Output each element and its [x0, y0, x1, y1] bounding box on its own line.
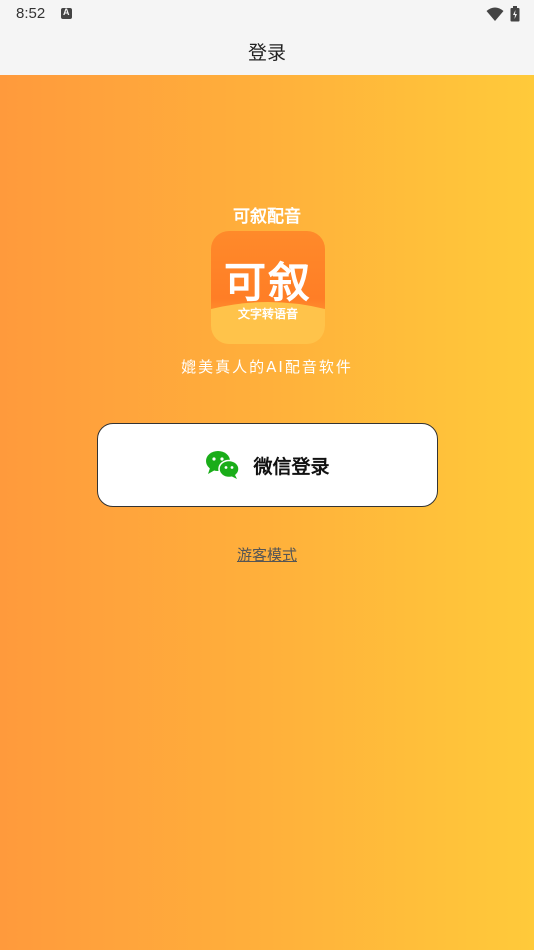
- wechat-login-button[interactable]: 微信登录: [97, 423, 438, 507]
- notification-a-icon: [61, 7, 72, 19]
- status-time: 8:52: [16, 5, 46, 22]
- wifi-icon: [486, 7, 504, 21]
- app-logo: 可叙 文字转语音: [211, 231, 325, 344]
- status-icons: [486, 6, 520, 22]
- status-bar: 8:52: [0, 0, 534, 28]
- wechat-login-label: 微信登录: [253, 455, 330, 478]
- wechat-icon: [206, 451, 241, 479]
- title-bar: 登录: [0, 28, 534, 75]
- tagline: 媲美真人的AI配音软件: [181, 358, 353, 376]
- login-main: 可叙配音 可叙 文字转语音 媲美真人的AI配音软件 微信登录 游客模式: [0, 75, 534, 950]
- battery-icon: [510, 6, 520, 22]
- page-title: 登录: [247, 42, 286, 64]
- logo-sub-text: 文字转语音: [237, 307, 298, 321]
- app-name: 可叙配音: [233, 207, 301, 227]
- guest-mode-link[interactable]: 游客模式: [0, 544, 534, 565]
